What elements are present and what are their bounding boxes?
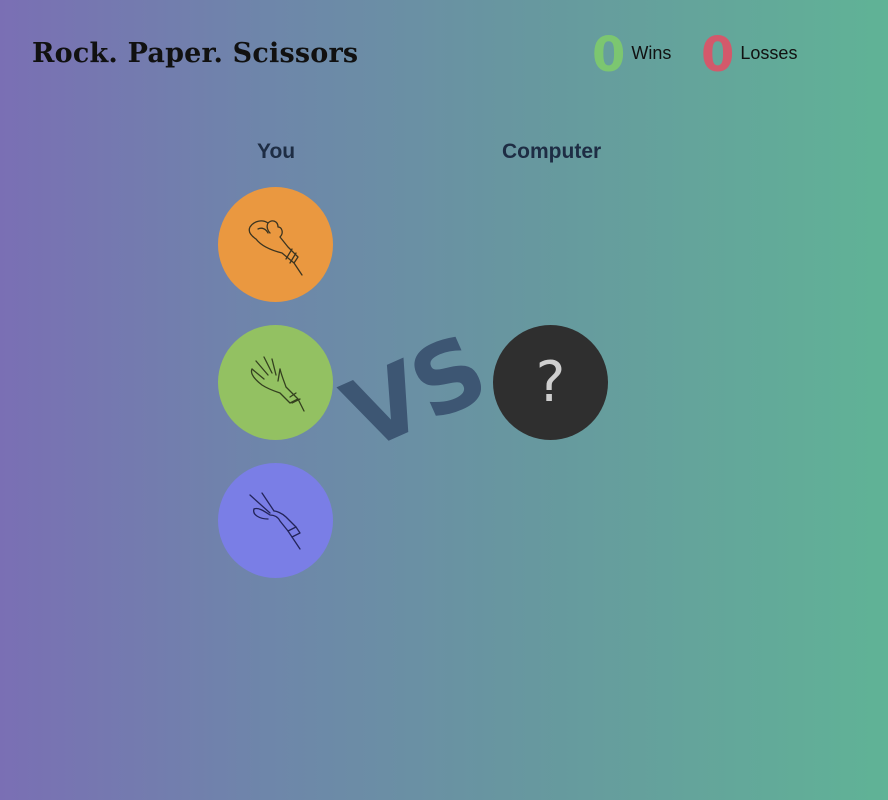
wins-counter: 0 Wins <box>592 30 671 80</box>
rock-hand-icon <box>248 219 303 276</box>
scissors-choice-button[interactable] <box>218 463 333 578</box>
page-title: Rock. Paper. Scissors <box>32 38 359 69</box>
computer-choice-display: ? <box>493 325 608 440</box>
scissors-hand-icon <box>248 491 301 550</box>
paper-choice-button[interactable] <box>218 325 333 440</box>
losses-count: 0 <box>701 27 735 83</box>
paper-hand-icon <box>250 355 305 412</box>
wins-label: Wins <box>631 42 672 63</box>
player-column-heading: You <box>257 140 296 163</box>
losses-label: Losses <box>740 42 798 63</box>
rock-choice-button[interactable] <box>218 187 333 302</box>
computer-column-heading: Computer <box>502 140 602 163</box>
losses-counter: 0 Losses <box>701 30 797 80</box>
question-mark-icon: ? <box>535 349 566 415</box>
versus-label: VS <box>328 313 502 473</box>
wins-count: 0 <box>592 27 626 83</box>
